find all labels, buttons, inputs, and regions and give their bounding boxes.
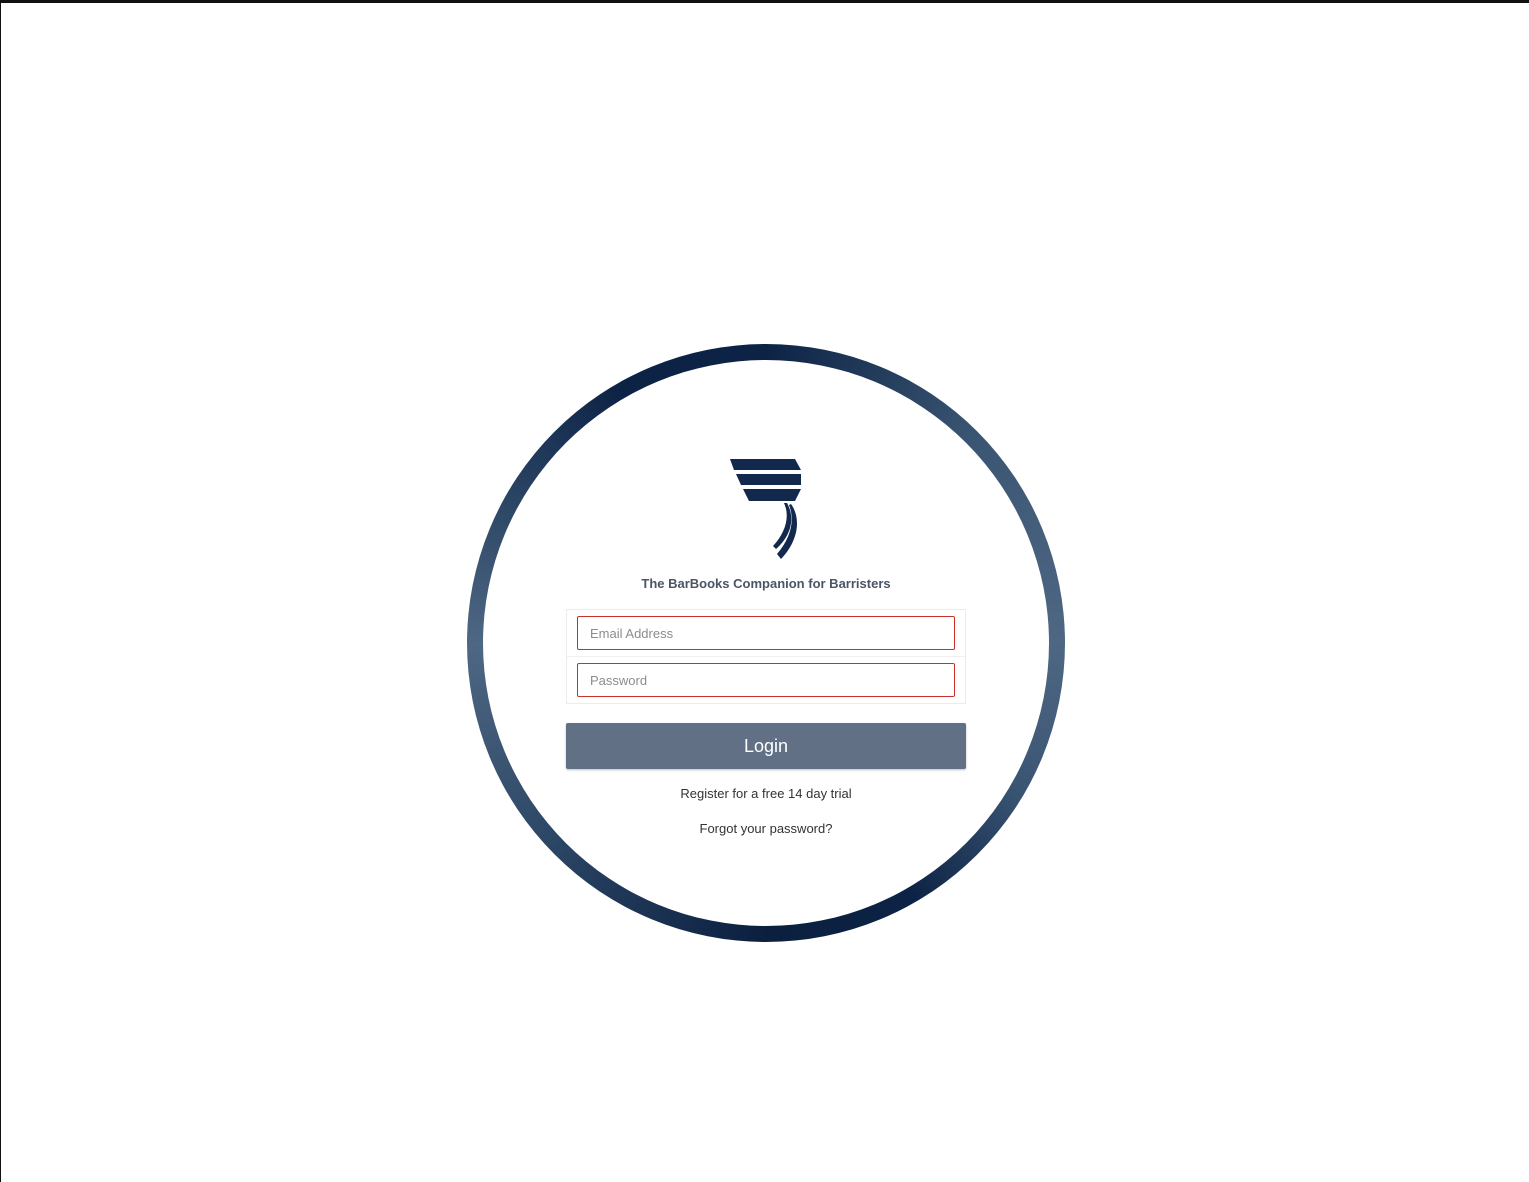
barbooks-logo-icon: [730, 459, 801, 559]
form-divider: [567, 656, 965, 657]
forgot-password-link[interactable]: Forgot your password?: [566, 820, 966, 838]
login-button[interactable]: Login: [566, 723, 966, 769]
register-trial-link[interactable]: Register for a free 14 day trial: [566, 785, 966, 803]
login-form: [566, 609, 966, 704]
password-field[interactable]: [577, 663, 955, 697]
email-field[interactable]: [577, 616, 955, 650]
app-tagline: The BarBooks Companion for Barristers: [641, 576, 891, 591]
